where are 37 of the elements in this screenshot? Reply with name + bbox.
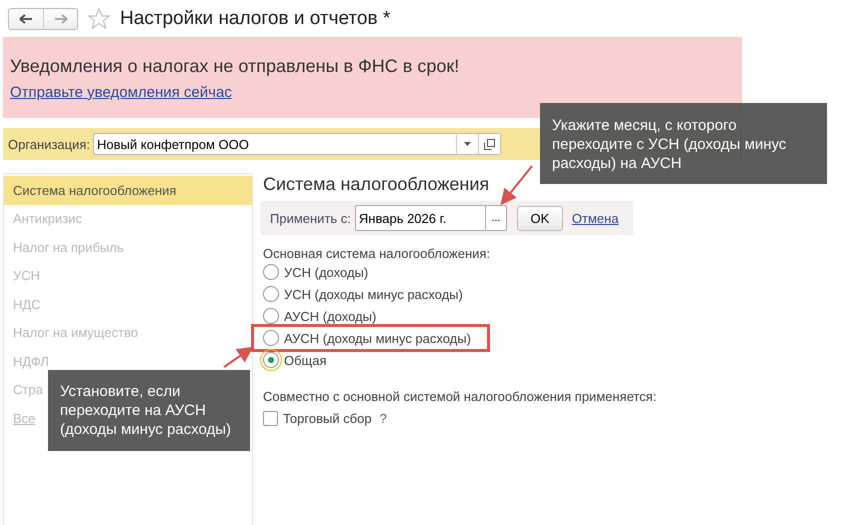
additional-label: Совместно с основной системой налогообложения применяется: [263, 389, 656, 404]
cancel-link[interactable]: Отмена [572, 210, 619, 226]
main-system-label: Основная система налогообложения: [263, 246, 492, 261]
open-window-icon [484, 138, 496, 150]
organization-field[interactable]: Новый конфетпром ООО [93, 133, 502, 155]
arrow-right-icon [54, 14, 68, 24]
ok-button[interactable]: OK [516, 206, 563, 230]
arrow [500, 165, 533, 206]
radio-button[interactable] [263, 308, 279, 324]
arrow [223, 346, 254, 368]
radio-button[interactable] [263, 330, 279, 346]
option-label: Общая [284, 352, 327, 368]
open-button[interactable] [478, 134, 500, 154]
caret-icon [464, 142, 472, 146]
apply-label: Применить с: [270, 210, 351, 226]
alert-message: Уведомления о налогах не отправлены в ФНС в срок! [10, 56, 460, 77]
section-title: Система налогообложения [263, 174, 490, 195]
window-title: Настройки налогов и отчетов * [120, 8, 390, 30]
month-field[interactable]: Январь 2026 г. ... [354, 205, 507, 231]
checkbox-label: Торговый сбор [283, 410, 372, 426]
checkbox[interactable] [263, 410, 278, 426]
radio-button[interactable] [263, 286, 279, 302]
arrow-left-icon [19, 14, 33, 24]
sidebar-item[interactable]: Система налогообложения [4, 176, 252, 204]
star-icon[interactable] [88, 8, 110, 29]
option-label: УСН (доходы) [284, 264, 368, 280]
help-link[interactable]: ? [380, 410, 387, 426]
callout-tooltip: Установите, если переходите на АУСН (доходы минус расходы) [48, 370, 250, 451]
organization-label: Организация: [8, 136, 90, 152]
send-notifications-link[interactable]: Отправьте уведомления сейчас [10, 84, 232, 101]
option-label: УСН (доходы минус расходы) [284, 286, 463, 302]
picker-button[interactable]: ... [484, 206, 506, 230]
option-label: АУСН (доходы минус расходы) [284, 330, 471, 346]
radio-button[interactable] [263, 352, 279, 368]
radio-button[interactable] [263, 264, 279, 280]
option-label: АУСН (доходы) [284, 308, 376, 324]
callout-tooltip: Укажите месяц, с которого переходите с УСН (доходы минус расходы) на АУСН [540, 103, 827, 184]
